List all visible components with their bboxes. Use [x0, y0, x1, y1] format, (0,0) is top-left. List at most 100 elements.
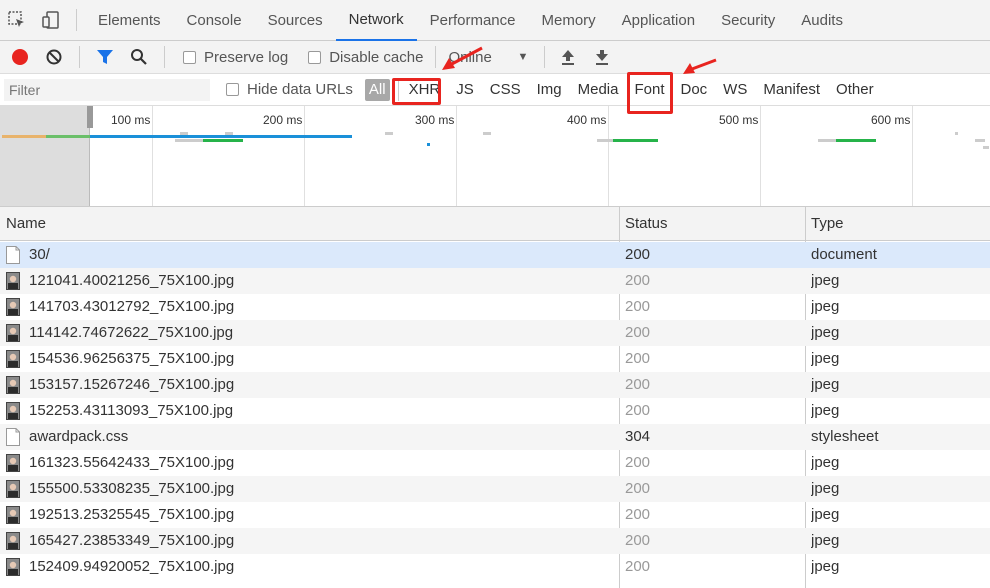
filter-type-other[interactable]: Other	[828, 74, 882, 106]
table-row[interactable]: 152409.94920052_75X100.jpg 200 jpeg	[0, 554, 990, 580]
upload-icon	[562, 50, 575, 65]
request-name-cell: 161323.55642433_75X100.jpg	[6, 450, 616, 476]
request-type: jpeg	[811, 532, 840, 549]
hide-data-urls-checkbox[interactable]: Hide data URLs	[210, 81, 363, 98]
table-row[interactable]: 165427.23853349_75X100.jpg 200 jpeg	[0, 528, 990, 554]
request-name: 152409.94920052_75X100.jpg	[29, 558, 235, 575]
tab-audits[interactable]: Audits	[788, 0, 856, 41]
column-header-status[interactable]: Status	[619, 207, 668, 241]
record-button[interactable]	[3, 41, 37, 74]
request-name: 141703.43012792_75X100.jpg	[29, 298, 235, 315]
request-type: jpeg	[811, 272, 840, 289]
export-har-button[interactable]	[585, 41, 619, 74]
request-type: jpeg	[811, 454, 840, 471]
annotation-arrow-doc	[683, 58, 717, 74]
search-button[interactable]	[122, 41, 156, 74]
table-row[interactable]: 30/200 document	[0, 242, 990, 268]
request-name: 114142.74672622_75X100.jpg	[29, 324, 234, 341]
overview-bar-small	[955, 132, 958, 135]
request-name-cell: 155500.53308235_75X100.jpg	[6, 476, 616, 502]
tab-security[interactable]: Security	[708, 0, 788, 41]
request-name-cell: 114142.74672622_75X100.jpg	[6, 320, 616, 346]
clear-button[interactable]	[37, 41, 71, 74]
overview-bar-wait	[46, 135, 90, 138]
filter-type-js[interactable]: JS	[448, 74, 482, 106]
network-toolbar: Preserve log Disable cache Online ▼	[0, 41, 990, 74]
overview-bar-queue	[2, 135, 46, 138]
tab-application[interactable]: Application	[609, 0, 708, 41]
request-type: jpeg	[811, 506, 840, 523]
inspect-element-icon[interactable]	[0, 0, 34, 41]
table-row[interactable]: 161323.55642433_75X100.jpg 200 jpeg	[0, 450, 990, 476]
table-row[interactable]: awardpack.css 304 stylesheet	[0, 424, 990, 450]
overview-resize-handle[interactable]	[87, 106, 93, 128]
checkbox-box[interactable]	[308, 50, 322, 64]
table-row[interactable]: 141703.43012792_75X100.jpg 200 jpeg	[0, 294, 990, 320]
overview-bar-small	[180, 132, 188, 135]
overview-selection-window[interactable]	[0, 106, 90, 206]
filter-type-img[interactable]: Img	[529, 74, 570, 106]
tab-network[interactable]: Network	[335, 0, 417, 41]
filter-type-ws[interactable]: WS	[715, 74, 755, 106]
request-type: jpeg	[811, 324, 840, 341]
request-status: 200	[625, 558, 651, 575]
overview-tick-label: 100 ms	[111, 113, 151, 127]
overview-bar-small	[427, 143, 430, 146]
checkbox-box[interactable]	[226, 83, 239, 96]
record-icon	[12, 49, 28, 65]
table-row[interactable]: 153157.15267246_75X100.jpg 200 jpeg	[0, 372, 990, 398]
overview-bar-wait	[175, 139, 203, 142]
request-name-cell: 153157.15267246_75X100.jpg	[6, 372, 616, 398]
table-row[interactable]: 114142.74672622_75X100.jpg 200 jpeg	[0, 320, 990, 346]
filter-input[interactable]	[4, 78, 210, 101]
request-status: 200	[625, 246, 651, 263]
request-name-cell: 154536.96256375_75X100.jpg	[6, 346, 616, 372]
import-har-button[interactable]	[551, 41, 585, 74]
annotation-box-xhr	[392, 78, 441, 105]
disable-cache-checkbox[interactable]: Disable cache	[298, 49, 433, 66]
table-row[interactable]: 154536.96256375_75X100.jpg 200 jpeg	[0, 346, 990, 372]
overview-tick-line	[152, 106, 153, 206]
filter-bar: Hide data URLs All XHR JS CSS Img Media …	[0, 74, 990, 106]
request-name: 161323.55642433_75X100.jpg	[29, 454, 235, 471]
filter-type-doc[interactable]: Doc	[672, 74, 715, 106]
toolbar-divider	[79, 46, 80, 68]
column-header-name[interactable]: Name	[0, 207, 46, 241]
request-status: 200	[625, 402, 651, 419]
request-status: 200	[625, 298, 651, 315]
network-overview-timeline[interactable]: 100 ms 200 ms 300 ms 400 ms 500 ms 600 m…	[0, 106, 990, 207]
overview-bar-download	[203, 139, 243, 142]
table-row[interactable]: 192513.25325545_75X100.jpg 200 jpeg	[0, 502, 990, 528]
filter-toggle-button[interactable]	[88, 41, 122, 74]
filter-type-manifest[interactable]: Manifest	[755, 74, 828, 106]
tab-memory[interactable]: Memory	[529, 0, 609, 41]
table-row[interactable]: 121041.40021256_75X100.jpg 200 jpeg	[0, 268, 990, 294]
request-type: jpeg	[811, 558, 840, 575]
request-status: 200	[625, 480, 651, 497]
request-name: 192513.25325545_75X100.jpg	[29, 506, 235, 523]
request-name: 152253.43113093_75X100.jpg	[29, 402, 234, 419]
request-status: 200	[625, 454, 651, 471]
tab-console[interactable]: Console	[174, 0, 255, 41]
request-name: 153157.15267246_75X100.jpg	[29, 376, 235, 393]
column-header-type[interactable]: Type	[805, 207, 844, 241]
preserve-log-checkbox[interactable]: Preserve log	[173, 49, 298, 66]
toolbar-divider	[164, 46, 165, 68]
filter-type-all[interactable]: All	[364, 78, 390, 101]
table-row[interactable]: 155500.53308235_75X100.jpg 200 jpeg	[0, 476, 990, 502]
download-icon	[596, 50, 609, 65]
request-type: jpeg	[811, 480, 840, 497]
tab-performance[interactable]: Performance	[417, 0, 529, 41]
request-type: document	[811, 246, 877, 263]
device-toolbar-icon[interactable]	[34, 0, 68, 41]
stylesheet-file-icon	[6, 428, 20, 446]
document-file-icon	[6, 246, 20, 264]
tab-sources[interactable]: Sources	[255, 0, 336, 41]
overview-bar-download	[836, 139, 876, 142]
checkbox-box[interactable]	[183, 50, 196, 64]
table-row[interactable]: 152253.43113093_75X100.jpg 200 jpeg	[0, 398, 990, 424]
filter-type-css[interactable]: CSS	[482, 74, 529, 106]
tab-elements[interactable]: Elements	[85, 0, 174, 41]
filter-type-media[interactable]: Media	[570, 74, 627, 106]
chevron-down-icon: ▼	[517, 51, 529, 63]
